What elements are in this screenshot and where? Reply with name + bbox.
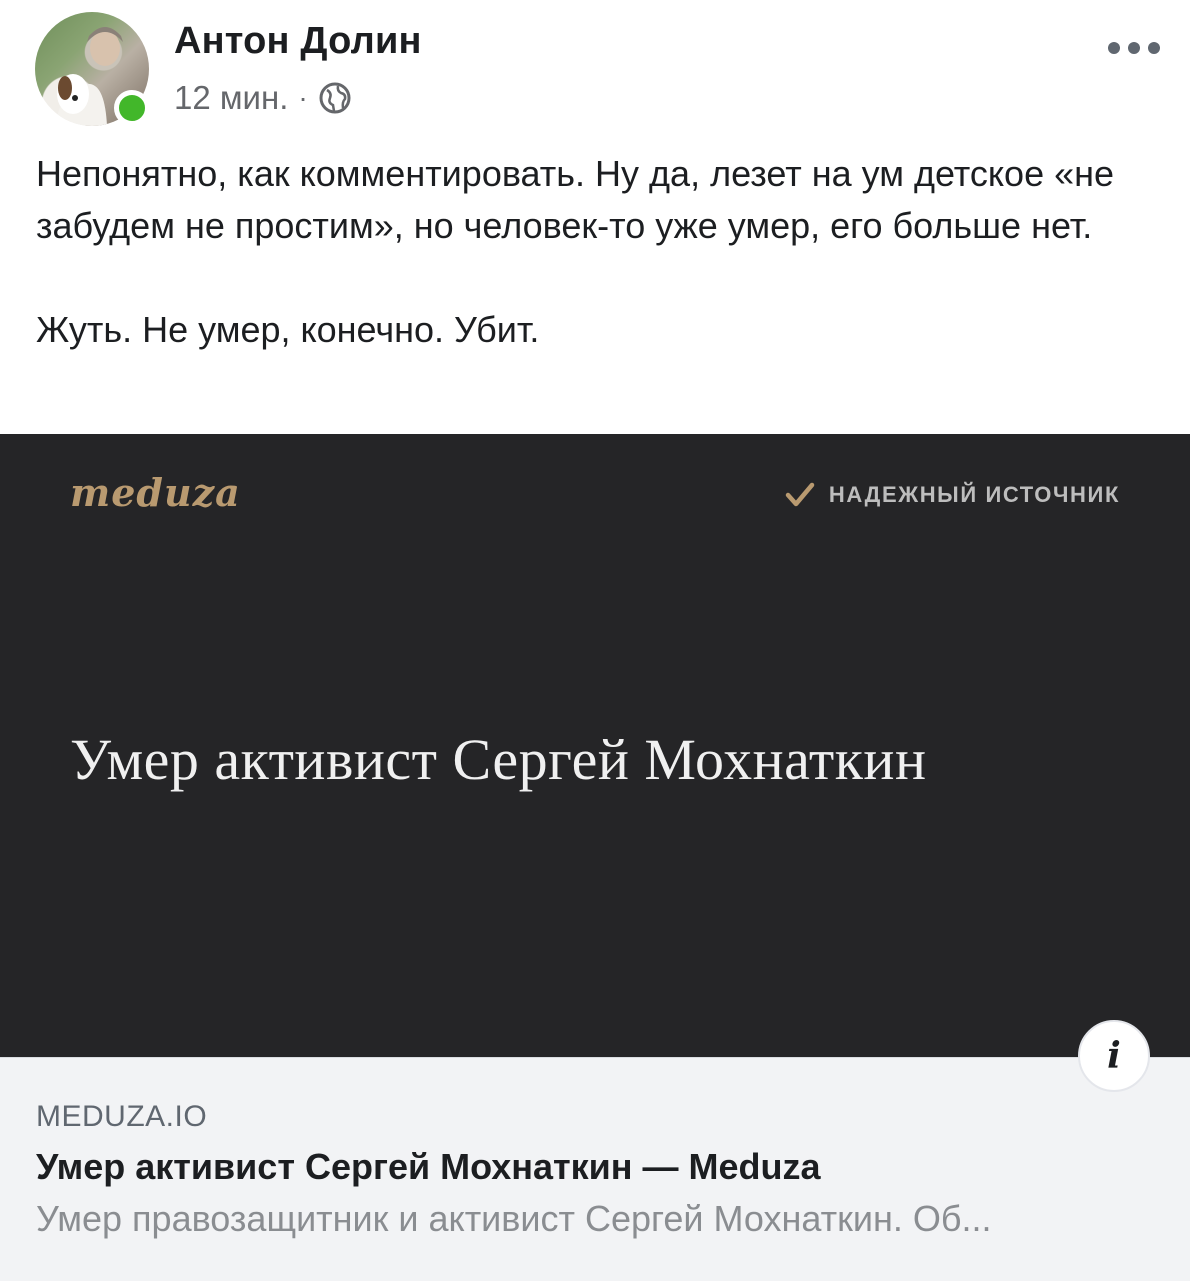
post-text: Непонятно, как комментировать. Ну да, ле… [36,148,1156,356]
info-icon[interactable]: i [1078,1020,1150,1092]
preview-caption[interactable]: MEDUZA.IO Умер активист Сергей Мохнаткин… [0,1057,1190,1281]
post-time[interactable]: 12 мин. [174,79,288,117]
trusted-source-badge: НАДЕЖНЫЙ ИСТОЧНИК [785,482,1120,508]
post-meta: 12 мин. · [174,78,352,118]
preview-image[interactable]: meduza НАДЕЖНЫЙ ИСТОЧНИК Умер активист С… [0,434,1190,1057]
image-headline: Умер активист Сергей Мохнаткин [70,727,927,792]
link-preview[interactable]: meduza НАДЕЖНЫЙ ИСТОЧНИК Умер активист С… [0,434,1190,1281]
link-description: Умер правозащитник и активист Сергей Мох… [36,1198,992,1239]
online-status-dot [114,90,150,126]
check-icon [785,482,815,508]
link-domain: MEDUZA.IO [36,1100,208,1133]
trusted-source-label: НАДЕЖНЫЙ ИСТОЧНИК [828,482,1120,507]
more-options-icon[interactable] [1108,36,1160,60]
author-name[interactable]: Антон Долин [174,20,422,63]
post-header: Антон Долин 12 мин. · [0,0,1190,140]
meta-separator: · [298,82,308,113]
globe-icon[interactable] [318,81,352,115]
post-paragraph: Непонятно, как комментировать. Ну да, ле… [36,153,1115,246]
post-paragraph: Жуть. Не умер, конечно. Убит. [36,309,540,350]
meduza-logo: meduza [70,470,241,515]
link-title[interactable]: Умер активист Сергей Мохнаткин — Meduza [36,1146,821,1188]
